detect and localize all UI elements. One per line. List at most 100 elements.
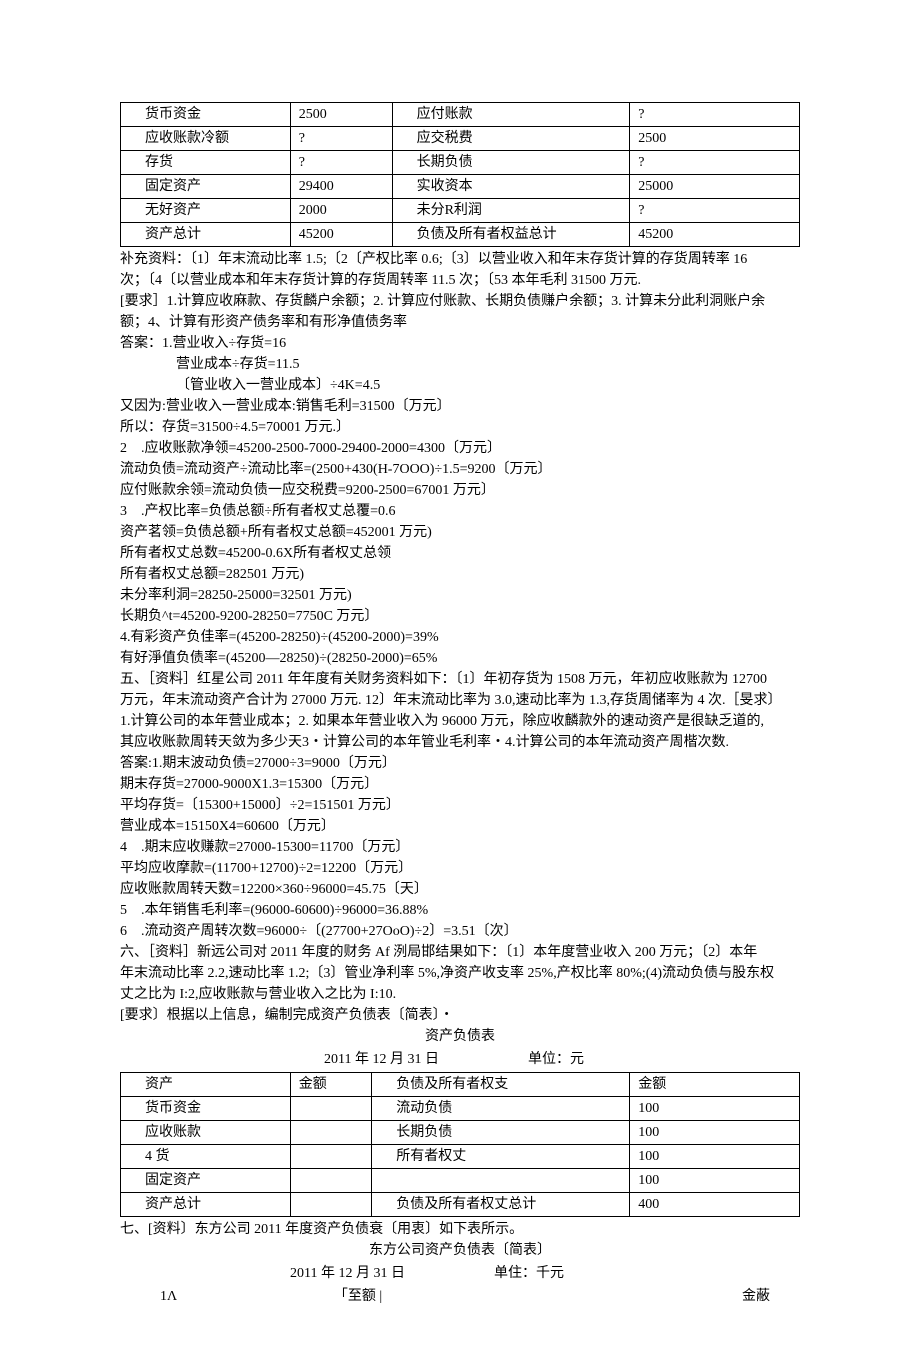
table-cell: 负债及所有者权丈总计 <box>372 1193 630 1217</box>
table-cell: 应付账款 <box>392 103 630 127</box>
table2-title: 资产负债表 <box>120 1026 800 1047</box>
table-1: 货币资金2500应付账款?应收账款冷额?应交税费2500存货?长期负债?固定资产… <box>120 102 800 247</box>
text-line: 补充资料：〔1〕年末流动比率 1.5;〔2〔产权比率 0.6;〔3〕以营业收入和… <box>120 249 800 270</box>
table-cell <box>290 1169 371 1193</box>
table-2: 资产金额负债及所有者权支金额货币资金流动负债100应收账款长期负债1004 货所… <box>120 1072 800 1217</box>
table-cell: 2500 <box>630 127 800 151</box>
text-line: 营业成本=15150X4=60600〔万元〕 <box>120 816 800 837</box>
text-line: 未分率利洞=28250-25000=32501 万元) <box>120 585 800 606</box>
table3-unit: 单住：千元 <box>494 1263 698 1284</box>
table-cell: 2500 <box>290 103 392 127</box>
table-cell: 未分R利润 <box>392 199 630 223</box>
table2-subheader: 2011 年 12 月 31 日 单位：元 <box>120 1049 800 1070</box>
footer-left: 1Λ <box>120 1286 222 1307</box>
table-cell: 25000 <box>630 175 800 199</box>
table-cell: 应收账款冷额 <box>121 127 291 151</box>
text-line: 平均应收摩款=(11700+12700)÷2=12200〔万元〕 <box>120 858 800 879</box>
text-block-3: 七、[资料〕东方公司 2011 年度资产负债衰〔用衷〕如下表所示。 <box>120 1219 800 1240</box>
text-line: 五、［资料］红星公司 2011 年年度有关财务资料如下：〔1〕年初存货为 150… <box>120 669 800 690</box>
table-cell: 4 货 <box>121 1145 291 1169</box>
table-cell: 负债及所有者权支 <box>372 1073 630 1097</box>
table-cell: 所有者权丈 <box>372 1145 630 1169</box>
table-cell <box>372 1169 630 1193</box>
text-line: 答案：1.营业收入÷存货=16 <box>120 333 800 354</box>
table-cell: 29400 <box>290 175 392 199</box>
text-line: 〔管业收入一营业成本〕÷4K=4.5 <box>176 375 800 396</box>
text-line: 所有者权丈总额=282501 万元) <box>120 564 800 585</box>
table-cell: 应交税费 <box>392 127 630 151</box>
text-line: [要求〕根据以上信息，编制完成资产负债表〔简表〕・ <box>120 1005 800 1026</box>
table-cell: 存货 <box>121 151 291 175</box>
text-line: 5 .本年销售毛利率=(96000-60600)÷96000=36.88% <box>120 900 800 921</box>
text-block-1-indent: 营业成本÷存货=11.5〔管业收入一营业成本〕÷4K=4.5 <box>120 354 800 396</box>
table3-title: 东方公司资产负债表〔简表〕 <box>120 1240 800 1261</box>
table-cell: 100 <box>630 1121 800 1145</box>
text-line: 六、［资料］新远公司对 2011 年度的财务 Af 洌局邯结果如下：〔1〕本年度… <box>120 942 800 963</box>
text-line: 营业成本÷存货=11.5 <box>176 354 800 375</box>
table-cell: 金额 <box>630 1073 800 1097</box>
table-cell: 100 <box>630 1145 800 1169</box>
table-cell: 100 <box>630 1169 800 1193</box>
table-cell: 资产 <box>121 1073 291 1097</box>
table-cell: 货币资金 <box>121 103 291 127</box>
table3-subheader: 2011 年 12 月 31 日 单住：千元 <box>120 1263 800 1284</box>
table-cell: 资产总计 <box>121 223 291 247</box>
table-cell: 金额 <box>290 1073 371 1097</box>
text-line: 又因为:营业收入一营业成本:销售毛利=31500〔万元〕 <box>120 396 800 417</box>
text-line: 丈之比为 I:2,应收账款与营业收入之比为 I:10. <box>120 984 800 1005</box>
table-cell: 货币资金 <box>121 1097 291 1121</box>
table3-date: 2011 年 12 月 31 日 <box>290 1263 494 1284</box>
text-line: 4 .期末应收赚款=27000-15300=11700〔万元〕 <box>120 837 800 858</box>
text-line: [要求］1.计算应收麻款、存货麟户余额；2. 计算应付账款、长期负债赚户余额；3… <box>120 291 800 312</box>
table-cell: ? <box>630 199 800 223</box>
text-line: 年末流动比率 2.2,速动比率 1.2;〔3〕管业净利率 5%,净资产收支率 2… <box>120 963 800 984</box>
table-cell: 负债及所有者权益总计 <box>392 223 630 247</box>
table-cell: 100 <box>630 1097 800 1121</box>
table-cell: 固定资产 <box>121 1169 291 1193</box>
table-cell: 长期负债 <box>392 151 630 175</box>
text-line: 1.计算公司的本年营业成本；2. 如果本年营业收入为 96000 万元，除应收麟… <box>120 711 800 732</box>
text-line: 所以：存货=31500÷4.5=70001 万元.〕 <box>120 417 800 438</box>
table-cell: 应收账款 <box>121 1121 291 1145</box>
text-block-1: 补充资料：〔1〕年末流动比率 1.5;〔2〔产权比率 0.6;〔3〕以营业收入和… <box>120 249 800 354</box>
table2-unit: 单位：元 <box>528 1049 698 1070</box>
text-line: 长期负^t=45200-9200-28250=7750C 万元〕 <box>120 606 800 627</box>
text-line: 6 .流动资产周转次数=96000÷〔(27700+27OoO)÷2〕=3.51… <box>120 921 800 942</box>
text-line: 3 .产权比率=负债总额÷所有者权丈总覆=0.6 <box>120 501 800 522</box>
table-cell: 长期负债 <box>372 1121 630 1145</box>
table-cell: 固定资产 <box>121 175 291 199</box>
text-line: 4.有彩资产负佳率=(45200-28250)÷(45200-2000)=39% <box>120 627 800 648</box>
text-line: 答案:1.期末波动负债=27000÷3=9000〔万元〕 <box>120 753 800 774</box>
text-line: 所有者权丈总数=45200-0.6X所有者权丈总领 <box>120 543 800 564</box>
text-line: 其应收账款周转天敛为多少天3・计算公司的本年管业毛利率・4.计算公司的本年流动资… <box>120 732 800 753</box>
text-line: 有好淨值负债率=(45200—28250)÷(28250-2000)=65% <box>120 648 800 669</box>
table-cell <box>290 1097 371 1121</box>
text-line: 应收账款周转天数=12200×360÷96000=45.75〔天〕 <box>120 879 800 900</box>
text-line: 万元，年末流动资产合计为 27000 万元. 12〕年末流动比率为 3.0,速动… <box>120 690 800 711</box>
text-line: 应付账款余领=流动负债一应交税费=9200-2500=67001 万元〕 <box>120 480 800 501</box>
table-cell: 400 <box>630 1193 800 1217</box>
text-line: 2 .应收账款净领=45200-2500-7000-29400-2000=430… <box>120 438 800 459</box>
table-cell: 2000 <box>290 199 392 223</box>
table-cell: 45200 <box>290 223 392 247</box>
footer-mid: 「至额 | <box>222 1286 494 1307</box>
table-cell: ? <box>290 151 392 175</box>
table-cell: 实收资本 <box>392 175 630 199</box>
text-line: 平均存货=〔15300+15000〕÷2=151501 万元〕 <box>120 795 800 816</box>
footer-row: 1Λ 「至额 | 金蔽 <box>120 1286 800 1307</box>
table-cell <box>290 1145 371 1169</box>
table-cell: ? <box>630 151 800 175</box>
text-block-2: 又因为:营业收入一营业成本:销售毛利=31500〔万元〕所以：存货=31500÷… <box>120 396 800 1026</box>
text-line: 流动负债=流动资产÷流动比率=(2500+430(H-7OOO)÷1.5=920… <box>120 459 800 480</box>
footer-right: 金蔽 <box>494 1286 800 1307</box>
table-cell: 资产总计 <box>121 1193 291 1217</box>
table-cell: 无好资产 <box>121 199 291 223</box>
text-line: 七、[资料〕东方公司 2011 年度资产负债衰〔用衷〕如下表所示。 <box>120 1219 800 1240</box>
text-line: 资产茗领=负债总额+所有者权丈总额=452001 万元) <box>120 522 800 543</box>
table-cell: 45200 <box>630 223 800 247</box>
table-cell: 流动负债 <box>372 1097 630 1121</box>
table-cell <box>290 1193 371 1217</box>
table-cell: ? <box>630 103 800 127</box>
table2-date: 2011 年 12 月 31 日 <box>324 1049 528 1070</box>
table-cell <box>290 1121 371 1145</box>
